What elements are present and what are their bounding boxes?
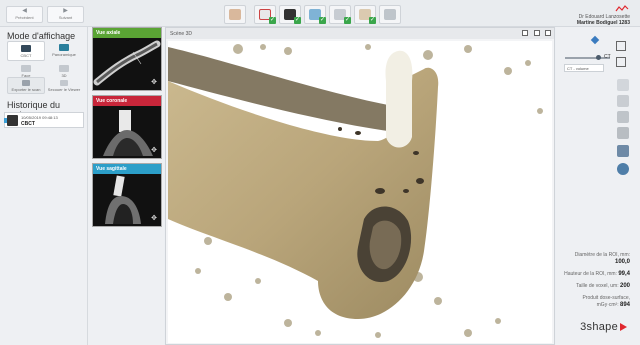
viewer-icon (60, 80, 68, 86)
brand-logo: 3shape (580, 321, 627, 333)
face-icon (21, 65, 31, 72)
scene-3d-viewport[interactable] (168, 41, 552, 343)
axis-gizmo-icon: ✥ (151, 79, 157, 86)
right-panel: CT CT - volume Diamètre de la ROI, mm: 1… (556, 27, 640, 345)
history-type: CBCT (21, 121, 35, 127)
reset-view-icon[interactable] (617, 163, 629, 175)
visibility-icon[interactable] (617, 127, 629, 139)
check-icon: ✓ (369, 17, 376, 24)
camera-icon[interactable] (522, 30, 529, 36)
coronal-view-label: Vue coronale (93, 96, 161, 106)
dose-label-line2: mGy·cm²: (596, 302, 619, 308)
secondary-label: Secouer le Viewer (47, 87, 81, 92)
print-icon[interactable] (617, 95, 629, 107)
layers-icon[interactable] (617, 111, 629, 123)
roi-height-label: Hauteur de la ROI, mm: (564, 271, 617, 277)
roi-diameter-label: Diamètre de la ROI, mm: (574, 252, 630, 258)
check-icon: ✓ (294, 17, 301, 24)
tool-implant[interactable] (379, 5, 401, 24)
opacity-slider-knob[interactable] (596, 55, 601, 60)
previous-button[interactable]: ◀ Précédent (6, 6, 43, 23)
slice-views-column: Vue axiale ✥ Vue coronale ✥ Vue sagittal… (88, 27, 164, 345)
user-info: Dr Edouard Lanzosette Martine Bodiguel 1… (577, 14, 630, 26)
implant-icon (384, 9, 396, 20)
copy-icon[interactable] (616, 41, 626, 51)
left-panel: Mode d'affichage CBCT Panoramique Face 3… (0, 27, 88, 345)
previous-label: Précédent (15, 15, 34, 20)
3d-icon (59, 65, 69, 72)
ct-icon (21, 45, 31, 52)
tool-planning[interactable]: ✓ (354, 5, 376, 24)
check-icon: ✓ (269, 17, 276, 24)
export-scan-button[interactable]: Exporter le scan (7, 77, 45, 94)
volume-select[interactable]: CT - volume (564, 64, 604, 72)
arrow-left-icon: ◀ (22, 8, 27, 14)
brand-text: 3shape (580, 321, 618, 333)
cbct-thumb-icon (7, 115, 18, 126)
tool-patient[interactable] (224, 5, 246, 24)
dose-label-line1: Produit dose-surface, (582, 295, 630, 301)
brand-triangle-icon (620, 323, 627, 331)
grid-icon[interactable] (533, 30, 540, 36)
voxel-size-label: Taille de voxel, um: (576, 283, 619, 289)
scene-3d-panel: Scène 3D (165, 27, 555, 345)
view-panoramic-button[interactable]: Panoramique (45, 41, 83, 61)
view-ct-label: CBCT (20, 53, 32, 58)
secondary-view-button[interactable]: Secouer le Viewer (45, 77, 83, 94)
display-mode-title: Mode d'affichage (7, 31, 76, 41)
volume-select-value: CT - volume (567, 66, 589, 71)
clinic-name: Martine Bodiguel 1283 (576, 20, 630, 26)
roi-height-value: 99,4 (618, 271, 630, 277)
cube-icon[interactable] (590, 35, 600, 45)
panoramic-icon (59, 44, 69, 51)
arrow-right-icon: ▶ (63, 8, 68, 14)
tool-segmentation[interactable]: ✓ (304, 5, 326, 24)
roi-diameter-value: 100,0 (614, 259, 630, 265)
axis-gizmo-icon: ✥ (151, 147, 157, 154)
voxel-size-value: 200 (619, 283, 630, 289)
top-toolbar: ◀ Précédent ▶ Suivant ✓ ✓ ✓ ✓ ✓ Dr Edoua… (0, 0, 640, 27)
roi-diameter: Diamètre de la ROI, mm: 100,0 (575, 252, 630, 266)
tool-alignment[interactable]: ✓ (329, 5, 351, 24)
view-panoramic-label: Panoramique (52, 52, 76, 57)
next-button[interactable]: ▶ Suivant (47, 6, 84, 23)
export-label: Exporter le scan (11, 87, 41, 92)
tool-scan[interactable]: ✓ (279, 5, 301, 24)
export-icon (22, 80, 30, 86)
scene-toolbar (518, 30, 551, 38)
render-icon[interactable] (617, 145, 629, 157)
next-label: Suivant (58, 15, 73, 20)
dose-area-product: Produit dose-surface, mGy·cm²: 894 (582, 295, 630, 309)
slider-value: CT (604, 54, 611, 60)
tool-prescription[interactable]: ✓ (254, 5, 276, 24)
coronal-view-card[interactable]: Vue coronale ✥ (92, 95, 162, 159)
axis-gizmo-icon: ✥ (151, 215, 157, 222)
axial-view-label: Vue axiale (93, 28, 161, 38)
view-ct-button[interactable]: CBCT (7, 41, 45, 61)
check-icon: ✓ (319, 17, 326, 24)
bone-render (168, 44, 543, 338)
check-icon: ✓ (344, 17, 351, 24)
copy-icon[interactable] (616, 57, 626, 67)
roi-height: Hauteur de la ROI, mm: 99,4 (564, 271, 630, 278)
voxel-size: Taille de voxel, um: 200 (576, 283, 630, 290)
scene-title: Scène 3D (170, 31, 192, 37)
patient-icon (229, 9, 241, 20)
axial-view-card[interactable]: Vue axiale ✥ (92, 27, 162, 91)
app-logo-icon (615, 5, 629, 12)
dose-value: 894 (619, 302, 630, 308)
scene-header: Scène 3D (166, 28, 554, 39)
sagittal-view-card[interactable]: Vue sagittale ✥ (92, 163, 162, 227)
history-item[interactable]: 10/05/2019 09:48:13 CBCT (4, 112, 84, 128)
history-date: 10/05/2019 09:48:13 (21, 115, 58, 120)
sagittal-view-label: Vue sagittale (93, 164, 161, 174)
fullscreen-icon[interactable] (545, 30, 551, 36)
measure-icon[interactable] (617, 79, 629, 91)
